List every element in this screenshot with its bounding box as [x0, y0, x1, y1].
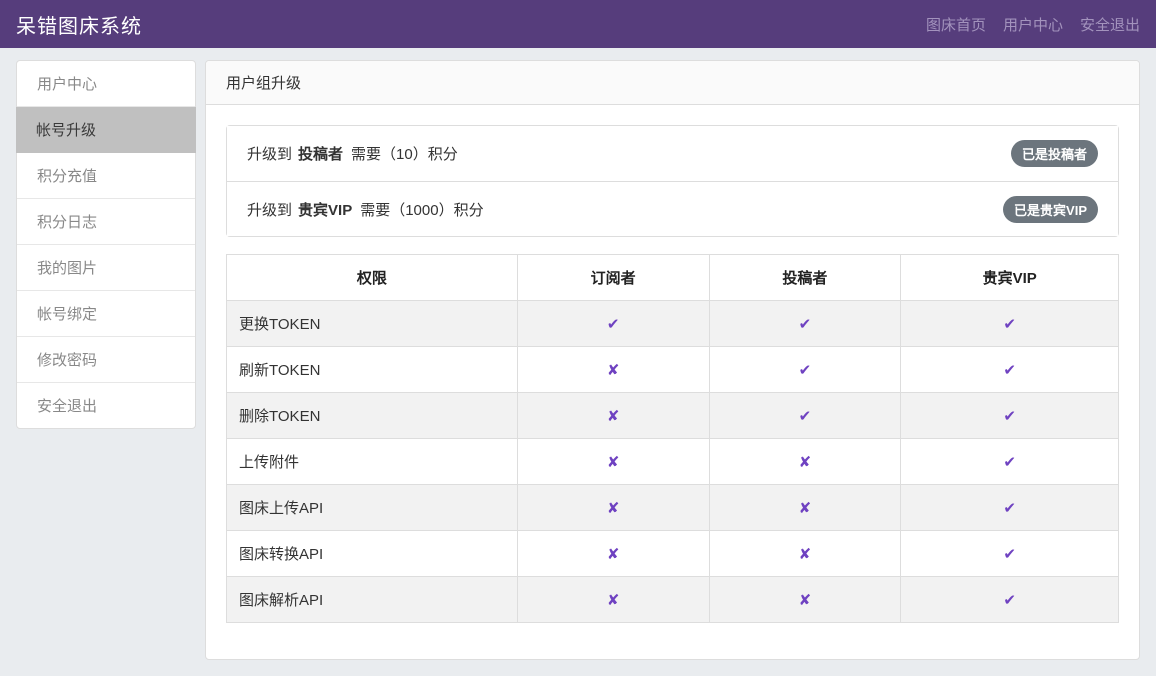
sidebar-item[interactable]: 积分充值	[17, 153, 195, 199]
permission-name: 刷新TOKEN	[227, 347, 518, 393]
cross-icon: ✘	[517, 577, 709, 623]
brand-logo[interactable]: 呆错图床系统	[16, 10, 142, 39]
sidebar-item[interactable]: 用户中心	[17, 61, 195, 107]
check-icon: ✔	[709, 393, 901, 439]
navbar-link[interactable]: 安全退出	[1080, 14, 1140, 35]
upgrade-prefix: 升级到	[247, 199, 292, 220]
permission-name: 更换TOKEN	[227, 301, 518, 347]
top-navbar: 呆错图床系统 图床首页用户中心安全退出	[0, 0, 1156, 48]
check-icon: ✔	[517, 301, 709, 347]
cross-icon: ✘	[709, 531, 901, 577]
perm-table-header: 权限	[227, 255, 518, 301]
cross-icon: ✘	[517, 439, 709, 485]
permission-name: 图床上传API	[227, 485, 518, 531]
upgrade-row: 升级到投稿者需要（10）积分 已是投稿者	[227, 126, 1118, 181]
check-icon: ✔	[901, 485, 1119, 531]
check-icon: ✔	[901, 347, 1119, 393]
permission-name: 图床解析API	[227, 577, 518, 623]
check-icon: ✔	[901, 393, 1119, 439]
check-icon: ✔	[901, 301, 1119, 347]
table-row: 图床上传API✘✘✔	[227, 485, 1119, 531]
sidebar-item[interactable]: 我的图片	[17, 245, 195, 291]
cross-icon: ✘	[517, 485, 709, 531]
permission-name: 上传附件	[227, 439, 518, 485]
navbar-link[interactable]: 用户中心	[1003, 14, 1063, 35]
table-row: 图床解析API✘✘✔	[227, 577, 1119, 623]
permissions-table: 权限订阅者投稿者贵宾VIP 更换TOKEN✔✔✔刷新TOKEN✘✔✔删除TOKE…	[226, 254, 1119, 623]
sidebar: 用户中心帐号升级积分充值积分日志我的图片帐号绑定修改密码安全退出	[16, 60, 196, 429]
table-row: 刷新TOKEN✘✔✔	[227, 347, 1119, 393]
table-row: 上传附件✘✘✔	[227, 439, 1119, 485]
cross-icon: ✘	[709, 485, 901, 531]
check-icon: ✔	[709, 301, 901, 347]
upgrade-group-name: 投稿者	[298, 143, 343, 164]
page-title: 用户组升级	[206, 61, 1139, 105]
table-row: 图床转换API✘✘✔	[227, 531, 1119, 577]
main-panel-body: 升级到投稿者需要（10）积分已是投稿者升级到贵宾VIP需要（1000）积分已是贵…	[206, 105, 1139, 659]
permission-name: 删除TOKEN	[227, 393, 518, 439]
permission-name: 图床转换API	[227, 531, 518, 577]
status-badge: 已是贵宾VIP	[1003, 196, 1098, 223]
cross-icon: ✘	[517, 531, 709, 577]
upgrade-row: 升级到贵宾VIP 需要（1000）积分 已是贵宾VIP	[227, 181, 1118, 236]
page-content: 用户中心帐号升级积分充值积分日志我的图片帐号绑定修改密码安全退出 用户组升级 升…	[0, 48, 1156, 672]
perm-table-header: 订阅者	[517, 255, 709, 301]
upgrade-prefix: 升级到	[247, 143, 292, 164]
cross-icon: ✘	[709, 577, 901, 623]
status-badge: 已是投稿者	[1011, 140, 1098, 167]
sidebar-item[interactable]: 修改密码	[17, 337, 195, 383]
table-row: 删除TOKEN✘✔✔	[227, 393, 1119, 439]
navbar-links: 图床首页用户中心安全退出	[926, 14, 1140, 35]
upgrade-group-name: 贵宾VIP	[298, 199, 352, 220]
check-icon: ✔	[901, 577, 1119, 623]
cross-icon: ✘	[517, 347, 709, 393]
navbar-link[interactable]: 图床首页	[926, 14, 986, 35]
check-icon: ✔	[901, 531, 1119, 577]
upgrade-requirement: 需要（1000）积分	[360, 199, 483, 220]
cross-icon: ✘	[709, 439, 901, 485]
perm-table-header: 贵宾VIP	[901, 255, 1119, 301]
sidebar-item[interactable]: 帐号绑定	[17, 291, 195, 337]
perm-table-header-row: 权限订阅者投稿者贵宾VIP	[227, 255, 1119, 301]
cross-icon: ✘	[517, 393, 709, 439]
main-panel: 用户组升级 升级到投稿者需要（10）积分已是投稿者升级到贵宾VIP需要（1000…	[205, 60, 1140, 660]
upgrade-requirement: 需要（10）积分	[351, 143, 458, 164]
check-icon: ✔	[901, 439, 1119, 485]
sidebar-item[interactable]: 安全退出	[17, 383, 195, 428]
upgrade-list: 升级到投稿者需要（10）积分已是投稿者升级到贵宾VIP需要（1000）积分已是贵…	[226, 125, 1119, 237]
sidebar-item[interactable]: 积分日志	[17, 199, 195, 245]
perm-table-body: 更换TOKEN✔✔✔刷新TOKEN✘✔✔删除TOKEN✘✔✔上传附件✘✘✔图床上…	[227, 301, 1119, 623]
perm-table-header: 投稿者	[709, 255, 901, 301]
sidebar-item[interactable]: 帐号升级	[16, 107, 196, 153]
check-icon: ✔	[709, 347, 901, 393]
table-row: 更换TOKEN✔✔✔	[227, 301, 1119, 347]
